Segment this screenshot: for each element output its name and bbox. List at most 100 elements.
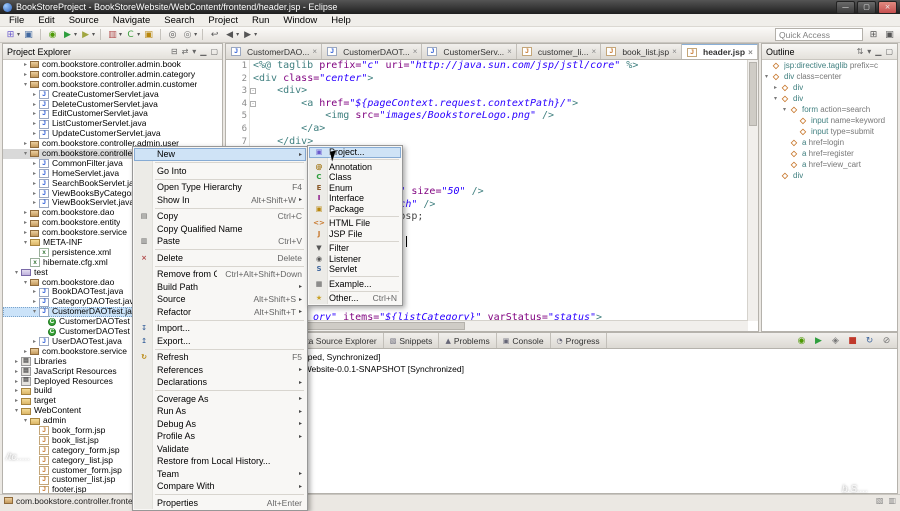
search-icon[interactable]: ◎ xyxy=(181,29,194,41)
outline-item[interactable]: ◇ div xyxy=(762,170,897,181)
sort-icon[interactable]: ⇅ xyxy=(857,47,864,56)
tree-item[interactable]: ▸ J ListCustomerServlet.java xyxy=(3,119,222,129)
expander-icon[interactable]: ▸ xyxy=(21,228,30,238)
expander-icon[interactable]: ▸ xyxy=(12,396,21,406)
context-menu-item-source[interactable]: Source Alt+Shift+S ▸ xyxy=(134,293,306,306)
editor-tab-customer-li[interactable]: Jcustomer_li... × xyxy=(517,44,602,59)
context-menu-item-properties[interactable]: Properties Alt+Enter xyxy=(134,497,306,510)
panel-tab-problems[interactable]: ▲ Problems xyxy=(439,333,497,348)
context-menu-item-go-into[interactable]: Go Into xyxy=(134,165,306,178)
expander-icon[interactable]: ▸ xyxy=(30,179,39,189)
panel-tab-snippets[interactable]: ▧ Snippets xyxy=(384,333,440,348)
external-tools-dropdown-icon[interactable]: ▾ xyxy=(92,31,95,38)
context-menu-item-export[interactable]: ↥ Export... xyxy=(134,335,306,348)
tree-item[interactable]: ▸ com.bookstore.controller.admin.category xyxy=(3,70,222,80)
context-menu-item-validate[interactable]: Validate xyxy=(134,443,306,456)
clean-icon[interactable]: ⊘ xyxy=(880,335,893,347)
outline-item[interactable]: ◇ a href=view_cart xyxy=(762,159,897,170)
stop-server-icon[interactable]: ■ xyxy=(846,335,859,347)
context-menu-item-import[interactable]: ↧ Import... xyxy=(134,322,306,335)
new-submenu-item-html-file[interactable]: <> HTML File xyxy=(309,218,401,229)
expander-icon[interactable]: ▾ xyxy=(780,104,789,115)
expander-icon[interactable]: ▸ xyxy=(771,82,780,93)
new-submenu-item-servlet[interactable]: S Servlet xyxy=(309,264,401,275)
maximize-icon[interactable]: ▢ xyxy=(210,47,218,56)
outline-item[interactable]: ▸ ◇ div xyxy=(762,82,897,93)
menu-source[interactable]: Source xyxy=(62,15,106,26)
context-menu-item-refresh[interactable]: ↻ Refresh F5 xyxy=(134,351,306,364)
menu-help[interactable]: Help xyxy=(324,15,358,26)
new-submenu-item-listener[interactable]: ◉ Listener xyxy=(309,254,401,265)
editor-tab-book-list-jsp[interactable]: Jbook_list.jsp × xyxy=(601,44,683,59)
expander-icon[interactable]: ▾ xyxy=(21,149,30,159)
editor-vertical-scrollbar[interactable] xyxy=(747,60,758,321)
expander-icon[interactable]: ▾ xyxy=(12,268,21,278)
context-menu-item-copy[interactable]: ▤ Copy Ctrl+C xyxy=(134,210,306,223)
quick-access-input[interactable]: Quick Access xyxy=(775,28,863,41)
context-menu-item-delete[interactable]: × Delete Delete xyxy=(134,252,306,265)
expander-icon[interactable]: ▸ xyxy=(30,287,39,297)
minimize-icon[interactable]: ▁ xyxy=(875,47,881,56)
context-menu-item-declarations[interactable]: Declarations ▸ xyxy=(134,376,306,389)
expander-icon[interactable]: ▸ xyxy=(30,129,39,139)
menu-window[interactable]: Window xyxy=(276,15,324,26)
close-button[interactable]: × xyxy=(878,0,897,14)
server-item[interactable]: ▾localhost [Stopped, Synchronized] xyxy=(226,351,897,363)
new-submenu-item-other[interactable]: ★ Other... Ctrl+N xyxy=(309,293,401,304)
save-icon[interactable]: ▣ xyxy=(22,29,35,41)
start-server-icon[interactable]: ▶ xyxy=(812,335,825,347)
menu-search[interactable]: Search xyxy=(157,15,201,26)
expander-icon[interactable]: ▾ xyxy=(771,93,780,104)
menu-file[interactable]: File xyxy=(2,15,31,26)
back-icon[interactable]: ◀ xyxy=(223,29,236,41)
context-menu-item-build-path[interactable]: Build Path ▸ xyxy=(134,281,306,294)
debug-server-icon[interactable]: ◉ xyxy=(795,335,808,347)
new-submenu-item-interface[interactable]: I Interface xyxy=(309,193,401,204)
expander-icon[interactable]: ▸ xyxy=(12,367,21,377)
context-menu-item-run-as[interactable]: Run As ▸ xyxy=(134,405,306,418)
expander-icon[interactable]: ▾ xyxy=(21,278,30,288)
minimize-button[interactable]: — xyxy=(836,0,855,14)
editor-tab-customerserv[interactable]: J CustomerServ... × xyxy=(422,44,517,59)
expander-icon[interactable]: ▸ xyxy=(30,297,39,307)
expander-icon[interactable]: ▸ xyxy=(12,386,21,396)
maximize-button[interactable]: ▢ xyxy=(857,0,876,14)
expander-icon[interactable]: ▾ xyxy=(30,307,39,317)
context-menu-item-paste[interactable]: ▥ Paste Ctrl+V xyxy=(134,235,306,248)
expander-icon[interactable]: ▸ xyxy=(30,198,39,208)
panel-tab-progress[interactable]: ◔ Progress xyxy=(551,333,607,348)
context-menu-item-compare-with[interactable]: Compare With ▸ xyxy=(134,480,306,493)
expander-icon[interactable]: ▸ xyxy=(21,60,30,70)
context-menu-item-new[interactable]: New ▸ xyxy=(134,148,306,161)
menu-run[interactable]: Run xyxy=(245,15,276,26)
expander-icon[interactable]: ▸ xyxy=(30,109,39,119)
tree-item[interactable]: ▸ J CreateCustomerServlet.java xyxy=(3,90,222,100)
expander-icon[interactable]: ▾ xyxy=(21,416,30,426)
perspective-grid-icon[interactable]: ⊞ xyxy=(867,29,880,41)
expander-icon[interactable]: ▸ xyxy=(30,100,39,110)
close-icon[interactable]: × xyxy=(748,48,753,57)
new-submenu-item-annotation[interactable]: @ Annotation xyxy=(309,162,401,173)
view-menu-icon[interactable]: ▾ xyxy=(867,47,871,56)
scrollbar-thumb[interactable] xyxy=(749,62,757,126)
forward-dropdown-icon[interactable]: ▾ xyxy=(254,31,257,38)
expander-icon[interactable]: ▸ xyxy=(30,159,39,169)
open-type-icon[interactable]: ◎ xyxy=(166,29,179,41)
close-icon[interactable]: × xyxy=(507,47,512,56)
minimize-icon[interactable]: ▁ xyxy=(200,47,206,56)
new-java-class-icon[interactable]: C xyxy=(124,29,137,41)
outline-item[interactable]: ▾ ◇ div xyxy=(762,93,897,104)
outline-item[interactable]: ▾ ◇ form action=search xyxy=(762,104,897,115)
expander-icon[interactable]: ▾ xyxy=(21,80,30,90)
context-menu-item-debug-as[interactable]: Debug As ▸ xyxy=(134,418,306,431)
menu-edit[interactable]: Edit xyxy=(31,15,61,26)
close-icon[interactable]: × xyxy=(591,47,596,56)
back-dropdown-icon[interactable]: ▾ xyxy=(236,31,239,38)
editor-tab-customerdaot[interactable]: J CustomerDAOT... × xyxy=(322,44,423,59)
editor-tab-customerdao[interactable]: J CustomerDAO... × xyxy=(226,44,323,59)
profile-server-icon[interactable]: ◈ xyxy=(829,335,842,347)
outline-item[interactable]: ◇ input type=submit xyxy=(762,126,897,137)
context-menu-item-refactor[interactable]: Refactor Alt+Shift+T ▸ xyxy=(134,306,306,319)
new-submenu-item-jsp-file[interactable]: J JSP File xyxy=(309,229,401,240)
menu-project[interactable]: Project xyxy=(201,15,245,26)
